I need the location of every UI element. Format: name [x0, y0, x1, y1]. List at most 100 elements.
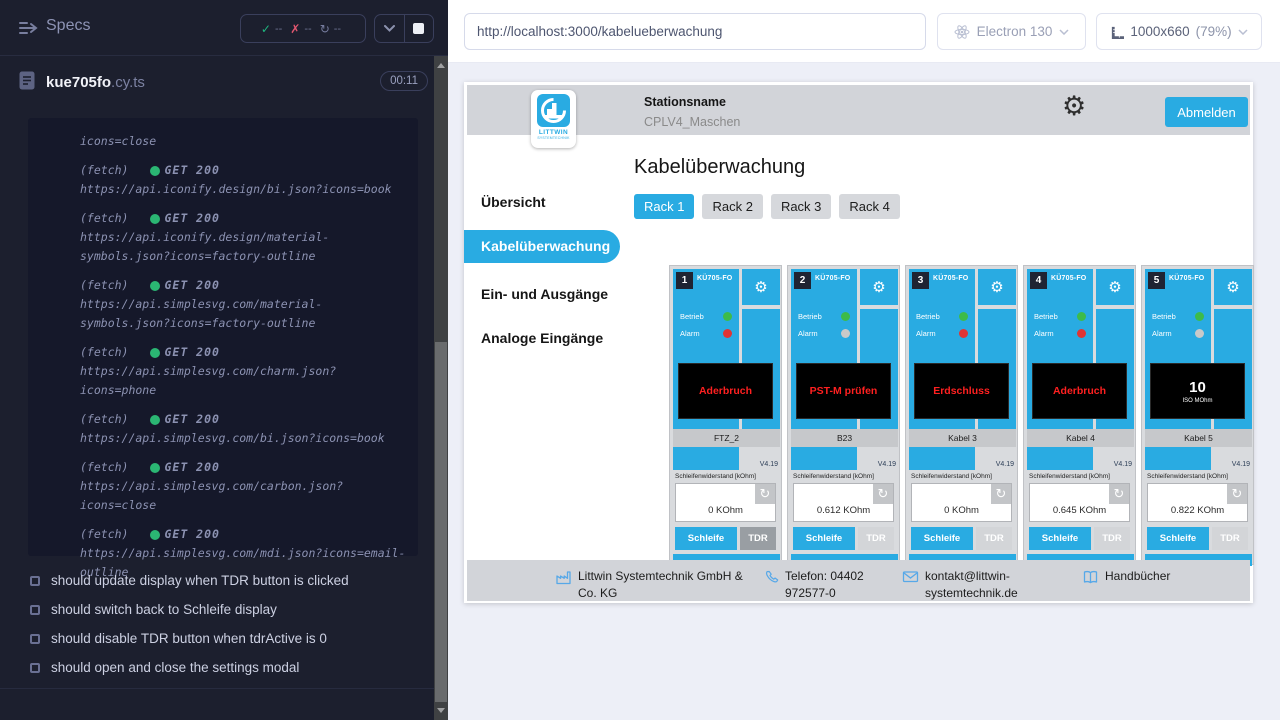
browser-select[interactable]: Electron 130	[937, 13, 1086, 50]
log-entry[interactable]: (fetch)GET 200 https://api.iconify.desig…	[80, 209, 406, 266]
tdr-button[interactable]: TDR	[740, 527, 776, 550]
schleife-button[interactable]: Schleife	[911, 527, 973, 550]
status-display: Aderbruch	[1032, 363, 1127, 419]
led-alarm: Alarm	[1034, 329, 1086, 338]
refresh-button[interactable]: ↻	[1109, 484, 1129, 504]
test-item[interactable]: should update display when TDR button is…	[0, 566, 434, 595]
spec-row[interactable]: kue705fo.cy.ts 00:11	[0, 56, 448, 106]
test-stats: ✓ -- ✗ -- ↻ --	[240, 14, 366, 43]
log-entry[interactable]: icons=close	[80, 132, 406, 151]
tab-rack-1[interactable]: Rack 1	[634, 194, 694, 219]
card-number: 3	[912, 272, 929, 289]
page-title: Kabelüberwachung	[634, 156, 805, 179]
sidebar-item-uebersicht[interactable]: Übersicht	[481, 194, 546, 210]
footer-email[interactable]: kontakt@littwin-systemtechnik.de	[902, 568, 1024, 603]
led-betrieb: Betrieb	[1034, 312, 1086, 321]
phone-icon	[763, 569, 779, 585]
cable-label: Kabel 3	[909, 429, 1016, 447]
test-item[interactable]: should switch back to Schleife display	[0, 595, 434, 624]
card-settings-button[interactable]: ⚙	[1096, 269, 1134, 305]
electron-icon	[954, 24, 970, 40]
refresh-button[interactable]: ↻	[991, 484, 1011, 504]
log-entry[interactable]: (fetch)GET 200 https://api.simplesvg.com…	[80, 276, 406, 333]
tdr-button[interactable]: TDR	[976, 527, 1012, 550]
reporter-header: Specs ✓ -- ✗ -- ↻ --	[0, 0, 448, 56]
tdr-button[interactable]: TDR	[1212, 527, 1248, 550]
led-red-icon	[959, 329, 968, 338]
status-ok-icon	[150, 166, 160, 176]
scroll-up-icon[interactable]	[437, 63, 445, 68]
expand-specs-icon[interactable]	[18, 20, 40, 41]
panel-face	[1027, 447, 1093, 470]
test-item[interactable]: should open and close the settings modal	[0, 653, 434, 682]
tdr-button[interactable]: TDR	[858, 527, 894, 550]
refresh-button[interactable]: ↻	[755, 484, 775, 504]
measure-label: Schleifenwiderstand [kOhm]	[1029, 473, 1110, 480]
station-name: CPLV4_Maschen	[644, 115, 740, 129]
sidebar-item-kabelueberwachung[interactable]: Kabelüberwachung	[464, 230, 620, 263]
refresh-icon: ↻	[1232, 487, 1243, 502]
card-settings-button[interactable]: ⚙	[1214, 269, 1252, 305]
device-cards: ⚙ 1 KÜ705-FO Betrieb Alarm Aderbruch FTZ…	[669, 265, 1254, 565]
refresh-button[interactable]: ↻	[1227, 484, 1247, 504]
tab-rack-2[interactable]: Rack 2	[702, 194, 762, 219]
spec-file-icon	[18, 70, 36, 96]
log-entry[interactable]: (fetch)GET 200 https://api.simplesvg.com…	[80, 410, 406, 448]
card-settings-button[interactable]: ⚙	[860, 269, 898, 305]
device-card-1: ⚙ 1 KÜ705-FO Betrieb Alarm Aderbruch FTZ…	[669, 265, 782, 565]
scroll-down-icon[interactable]	[437, 708, 445, 713]
schleife-button[interactable]: Schleife	[1147, 527, 1209, 550]
status-ok-icon	[150, 348, 160, 358]
tdr-button[interactable]: TDR	[1094, 527, 1130, 550]
browser-bar: Electron 130 1000x660 (79%)	[448, 0, 1280, 63]
sidebar-item-analoge-eingaenge[interactable]: Analoge Eingänge	[481, 330, 603, 346]
card-settings-button[interactable]: ⚙	[742, 269, 780, 305]
status-display: 10ISO MOhm	[1150, 363, 1245, 419]
card-model: KÜ705-FO	[1169, 275, 1211, 282]
spec-name: kue705fo.cy.ts	[46, 74, 145, 91]
card-settings-button[interactable]: ⚙	[978, 269, 1016, 305]
log-entry[interactable]: (fetch)GET 200 https://api.simplesvg.com…	[80, 458, 406, 515]
measure-value: 0.612 KOhm	[794, 505, 893, 516]
schleife-button[interactable]: Schleife	[793, 527, 855, 550]
measure-value: 0.645 KOhm	[1030, 505, 1129, 516]
schleife-button[interactable]: Schleife	[675, 527, 737, 550]
viewport-select[interactable]: 1000x660 (79%)	[1096, 13, 1262, 50]
gear-icon: ⚙	[754, 280, 767, 295]
tab-rack-3[interactable]: Rack 3	[771, 194, 831, 219]
logo-subtitle: SYSTEMTECHNIK	[537, 136, 569, 140]
test-item[interactable]: should disable TDR button when tdrActive…	[0, 624, 434, 653]
card-model: KÜ705-FO	[1051, 275, 1093, 282]
measure-box: ↻ 0.612 KOhm	[793, 483, 894, 522]
panel-face	[1145, 447, 1211, 470]
card-number: 1	[676, 272, 693, 289]
tab-rack-4[interactable]: Rack 4	[839, 194, 899, 219]
station-label: Stationsname	[644, 95, 740, 109]
stop-icon	[413, 23, 424, 34]
measure-box: ↻ 0.822 KOhm	[1147, 483, 1248, 522]
led-alarm: Alarm	[1152, 329, 1204, 338]
log-entry[interactable]: (fetch)GET 200 https://api.iconify.desig…	[80, 161, 406, 199]
card-number: 2	[794, 272, 811, 289]
firmware-version: V4.19	[742, 447, 780, 470]
status-display: Aderbruch	[678, 363, 773, 419]
reporter-scrollbar[interactable]	[434, 56, 448, 720]
schleife-button[interactable]: Schleife	[1029, 527, 1091, 550]
led-red-icon	[1077, 329, 1086, 338]
log-entry[interactable]: (fetch)GET 200 https://api.simplesvg.com…	[80, 343, 406, 400]
scrollbar-thumb[interactable]	[435, 342, 447, 702]
failed-count: --	[304, 23, 311, 35]
refresh-button[interactable]: ↻	[873, 484, 893, 504]
url-input[interactable]	[464, 13, 926, 50]
screen: Specs ✓ -- ✗ -- ↻ -- kue705fo.cy.ts 00:1	[0, 0, 1280, 720]
sidebar-item-ein-und-ausgaenge[interactable]: Ein- und Ausgänge	[481, 286, 608, 302]
logout-button[interactable]: Abmelden	[1165, 97, 1248, 127]
collapse-all-button[interactable]	[375, 15, 404, 42]
stop-tests-button[interactable]	[404, 15, 434, 42]
footer-manuals-link[interactable]: Handbücher	[1082, 568, 1222, 585]
firmware-version: V4.19	[860, 447, 898, 470]
gear-icon: ⚙	[990, 280, 1003, 295]
chevron-down-icon	[1238, 29, 1248, 35]
settings-gear-icon[interactable]: ⚙	[1062, 93, 1086, 120]
cable-label: Kabel 4	[1027, 429, 1134, 447]
